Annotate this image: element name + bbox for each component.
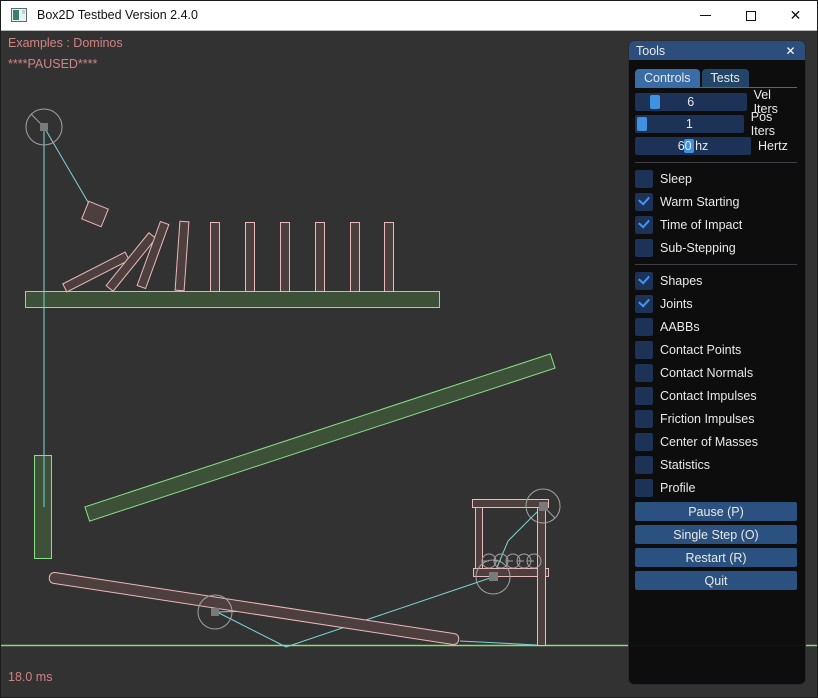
pendulum-box: [82, 201, 109, 226]
checkbox-label: Shapes: [660, 274, 702, 288]
checkbox-contact-points[interactable]: Contact Points: [635, 341, 797, 359]
pause-button[interactable]: Pause (P): [635, 502, 797, 521]
standing-domino: [385, 223, 394, 292]
checkbox-box[interactable]: [635, 479, 653, 497]
separator: [635, 162, 797, 163]
checkbox-friction-impulses[interactable]: Friction Impulses: [635, 410, 797, 428]
checkbox-box[interactable]: [635, 410, 653, 428]
checkbox-box[interactable]: [635, 193, 653, 211]
checkbox-label: Profile: [660, 481, 695, 495]
paused-label: ****PAUSED****: [8, 57, 97, 71]
standing-domino: [211, 223, 220, 292]
separator: [635, 264, 797, 265]
checkbox-box[interactable]: [635, 272, 653, 290]
checkbox-sleep[interactable]: Sleep: [635, 170, 797, 188]
vel-iters-value: 6: [687, 95, 694, 109]
checkbox-label: Center of Masses: [660, 435, 758, 449]
standing-domino: [281, 223, 290, 292]
standing-domino: [351, 223, 360, 292]
checkbox-label: Sleep: [660, 172, 692, 186]
joint-anchor: [539, 502, 548, 511]
checkbox-label: Contact Points: [660, 343, 741, 357]
vel-iters-slider[interactable]: 6: [635, 93, 747, 111]
checkbox-center-of-masses[interactable]: Center of Masses: [635, 433, 797, 451]
checkbox-contact-impulses[interactable]: Contact Impulses: [635, 387, 797, 405]
joint-anchor: [211, 608, 219, 616]
checkbox-box[interactable]: [635, 456, 653, 474]
tools-tabbar: Controls Tests: [635, 69, 797, 88]
seesaw-plank: [49, 572, 460, 645]
hertz-label: Hertz: [758, 139, 788, 153]
standing-domino: [316, 223, 325, 292]
shelf-balls: [482, 554, 541, 568]
tipping-domino: [175, 221, 189, 290]
frame-time-label: 18.0 ms: [8, 670, 52, 684]
pos-iters-value: 1: [686, 117, 693, 131]
tab-tests[interactable]: Tests: [702, 69, 749, 87]
checkbox-box[interactable]: [635, 216, 653, 234]
checkbox-warm-starting[interactable]: Warm Starting: [635, 193, 797, 211]
checkbox-box[interactable]: [635, 387, 653, 405]
checkbox-box[interactable]: [635, 341, 653, 359]
joint-anchor: [40, 123, 48, 131]
angled-plank: [85, 354, 555, 521]
pos-iters-slider[interactable]: 1: [635, 115, 744, 133]
pos-iters-label: Pos Iters: [751, 110, 797, 138]
frame-right-post: [538, 508, 546, 646]
joint-line-ground: [460, 641, 537, 645]
checkbox-box[interactable]: [635, 364, 653, 382]
checkbox-label: Friction Impulses: [660, 412, 754, 426]
tools-panel-titlebar[interactable]: Tools ✕: [629, 41, 805, 60]
hertz-slider[interactable]: 60 hz: [635, 137, 751, 155]
standing-domino: [246, 223, 255, 292]
example-name-label: Examples : Dominos: [8, 36, 123, 50]
frame-left-post: [476, 508, 483, 569]
vertical-post: [35, 456, 52, 559]
joint-line-pendulum: [44, 127, 95, 214]
tools-panel-title: Tools: [636, 44, 665, 58]
checkbox-box[interactable]: [635, 239, 653, 257]
checkbox-box[interactable]: [635, 318, 653, 336]
checkbox-label: Statistics: [660, 458, 710, 472]
checkbox-time-of-impact[interactable]: Time of Impact: [635, 216, 797, 234]
checkbox-box[interactable]: [635, 170, 653, 188]
checkbox-label: Warm Starting: [660, 195, 739, 209]
joint-anchor: [489, 572, 498, 581]
checkbox-joints[interactable]: Joints: [635, 295, 797, 313]
checkbox-shapes[interactable]: Shapes: [635, 272, 797, 290]
checkbox-statistics[interactable]: Statistics: [635, 456, 797, 474]
pos-iters-row: 1 Pos Iters: [635, 115, 797, 133]
vel-iters-row: 6 Vel Iters: [635, 93, 797, 111]
hertz-value: 60 hz: [678, 139, 709, 153]
quit-button[interactable]: Quit: [635, 571, 797, 590]
domino-platform: [26, 292, 440, 308]
tools-panel: Tools ✕ Controls Tests 6 Vel Iters 1 Pos…: [628, 40, 806, 685]
restart-button[interactable]: Restart (R): [635, 548, 797, 567]
checkbox-label: Sub-Stepping: [660, 241, 736, 255]
tab-controls[interactable]: Controls: [635, 69, 700, 87]
slider-grab[interactable]: [637, 117, 647, 131]
checkbox-label: Contact Impulses: [660, 389, 757, 403]
checkbox-sub-stepping[interactable]: Sub-Stepping: [635, 239, 797, 257]
checkbox-label: Joints: [660, 297, 693, 311]
single-step-button[interactable]: Single Step (O): [635, 525, 797, 544]
checkbox-label: Time of Impact: [660, 218, 742, 232]
hertz-row: 60 hz Hertz: [635, 137, 797, 155]
joint-line-b: [286, 577, 493, 647]
checkbox-box[interactable]: [635, 433, 653, 451]
slider-grab[interactable]: [650, 95, 660, 109]
checkbox-contact-normals[interactable]: Contact Normals: [635, 364, 797, 382]
checkbox-box[interactable]: [635, 295, 653, 313]
frame-top-beam: [473, 500, 549, 508]
checkbox-label: AABBs: [660, 320, 700, 334]
checkbox-profile[interactable]: Profile: [635, 479, 797, 497]
checkbox-label: Contact Normals: [660, 366, 753, 380]
tools-close-button[interactable]: ✕: [783, 43, 798, 58]
checkbox-aabbs[interactable]: AABBs: [635, 318, 797, 336]
